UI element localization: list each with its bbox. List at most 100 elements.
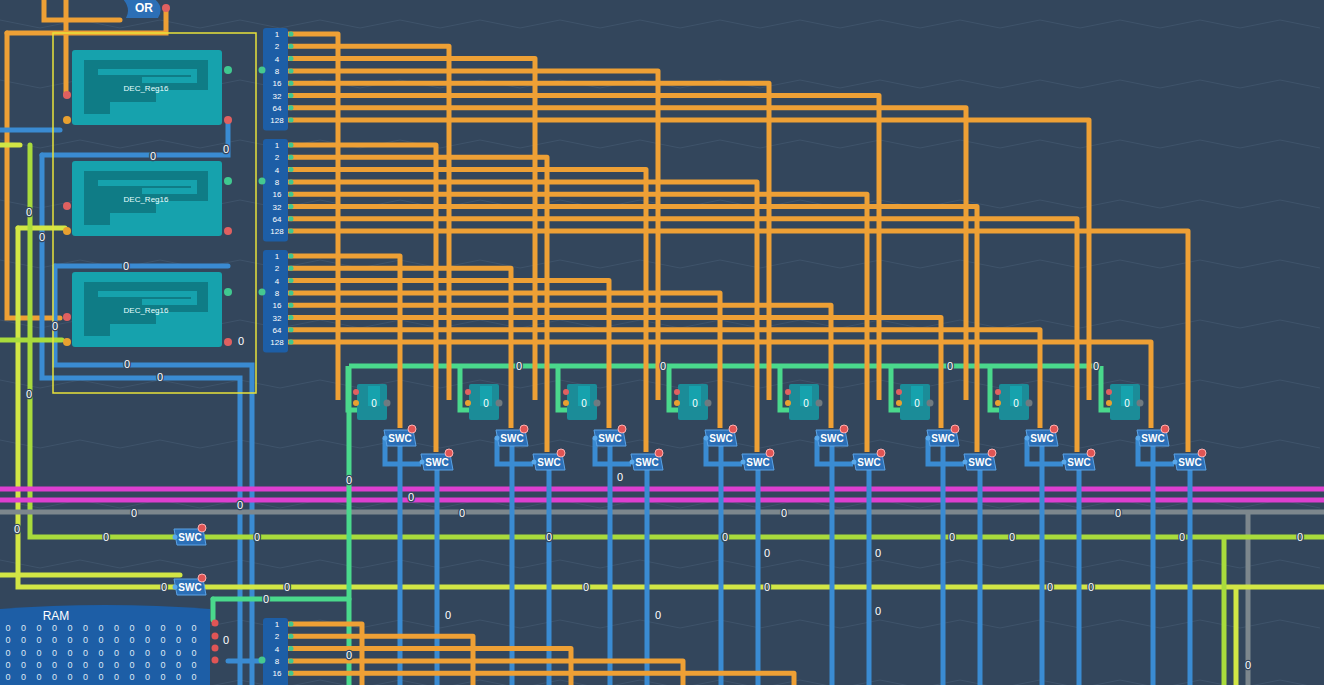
switch-component[interactable]: SWC [593,425,627,446]
or-gate[interactable]: OR [120,0,170,18]
svg-text:0: 0 [157,371,163,383]
counter[interactable]: 0 [353,384,391,420]
svg-text:SWC: SWC [598,433,621,444]
switch-component[interactable]: SWC [741,449,775,470]
svg-text:8: 8 [275,67,280,76]
svg-text:0: 0 [803,398,809,409]
svg-text:0: 0 [1245,659,1251,671]
byte-splitter[interactable]: 124816 [259,618,294,685]
svg-text:1: 1 [275,30,280,39]
switch-component[interactable]: SWC [420,449,454,470]
svg-text:0: 0 [161,581,167,593]
svg-text:0: 0 [98,660,103,670]
svg-text:0: 0 [67,648,72,658]
switch-component[interactable]: SWC [173,524,207,545]
counter[interactable]: 0 [563,384,601,420]
byte-splitter[interactable]: 1248163264128 [259,139,294,241]
ram[interactable]: RAM0000000000000000000000000000000000000… [0,605,219,685]
switch-component[interactable]: SWC [630,449,664,470]
svg-text:0: 0 [5,623,10,633]
svg-text:0: 0 [160,635,165,645]
svg-text:0: 0 [764,581,770,593]
bit-group: 0 SWC SWC [563,384,663,470]
svg-text:0: 0 [223,634,229,646]
svg-text:0: 0 [875,605,881,617]
svg-text:0: 0 [103,531,109,543]
byte-splitter[interactable]: 1248163264128 [259,28,294,130]
svg-text:0: 0 [114,660,119,670]
svg-text:0: 0 [346,649,352,661]
bit-group: 0 SWCSWC [896,384,996,470]
register[interactable]: DEC_Reg16 [63,161,232,236]
circuit-editor: DEC_Reg16DEC_Reg16DEC_Reg161248163264128… [0,0,1324,685]
svg-text:4: 4 [275,55,280,64]
counter[interactable]: 0 [785,384,823,420]
svg-text:0: 0 [21,623,26,633]
bit-group: 0 SWCSWC [465,384,565,470]
svg-text:16: 16 [273,301,282,310]
switch-component[interactable]: SWC [495,425,529,446]
svg-text:0: 0 [36,672,41,682]
svg-text:0: 0 [21,660,26,670]
svg-text:0: 0 [5,672,10,682]
switch-component[interactable]: SWC [383,425,417,446]
svg-text:SWC: SWC [178,532,201,543]
svg-text:0: 0 [947,360,953,372]
svg-text:2: 2 [275,42,280,51]
counter[interactable]: 0 [1106,384,1144,420]
svg-text:DEC_Reg16: DEC_Reg16 [124,306,169,315]
svg-text:128: 128 [270,227,284,236]
counter[interactable]: 0 [465,384,503,420]
svg-text:SWC: SWC [1178,457,1201,468]
svg-text:0: 0 [238,335,244,347]
svg-text:0: 0 [145,623,150,633]
svg-text:0: 0 [655,609,661,621]
switch-component[interactable]: SWC [852,449,886,470]
svg-text:8: 8 [275,289,280,298]
switch-component[interactable]: SWC [1136,425,1170,446]
svg-text:0: 0 [459,507,465,519]
counter[interactable]: 0 [896,384,934,420]
svg-text:0: 0 [145,635,150,645]
switch-component[interactable]: SWC [1025,425,1059,446]
svg-text:0: 0 [145,648,150,658]
circuit-canvas[interactable]: DEC_Reg16DEC_Reg16DEC_Reg161248163264128… [0,0,1324,685]
svg-text:4: 4 [275,645,280,654]
counter[interactable]: 0 [674,384,712,420]
switch-component[interactable]: SWC [815,425,849,446]
register[interactable]: DEC_Reg16 [63,50,232,125]
svg-text:0: 0 [52,648,57,658]
register[interactable]: DEC_Reg16 [63,272,232,347]
svg-text:0: 0 [26,206,32,218]
switch-component[interactable]: SWC [963,449,997,470]
switch-component[interactable]: SWC [173,574,207,595]
svg-text:0: 0 [98,648,103,658]
svg-text:16: 16 [273,79,282,88]
svg-text:32: 32 [273,92,282,101]
svg-text:32: 32 [273,203,282,212]
svg-text:0: 0 [83,623,88,633]
svg-text:0: 0 [263,593,269,605]
bit-wires [288,34,1188,685]
svg-text:0: 0 [114,648,119,658]
svg-text:0: 0 [129,660,134,670]
svg-text:RAM: RAM [43,609,70,623]
svg-text:0: 0 [83,635,88,645]
svg-text:0: 0 [124,358,130,370]
byte-splitter[interactable]: 1248163264128 [259,250,294,352]
svg-text:0: 0 [1088,581,1094,593]
svg-text:0: 0 [98,635,103,645]
svg-text:0: 0 [129,635,134,645]
switch-component[interactable]: SWC [1062,449,1096,470]
counter[interactable]: 0 [995,384,1033,420]
switch-component[interactable]: SWC [926,425,960,446]
svg-text:0: 0 [83,660,88,670]
switch-component[interactable]: SWC [704,425,738,446]
svg-text:64: 64 [273,326,282,335]
switch-component[interactable]: SWC [532,449,566,470]
svg-text:0: 0 [191,635,196,645]
svg-text:0: 0 [1009,531,1015,543]
svg-text:0: 0 [39,231,45,243]
switch-component[interactable]: SWC [1173,449,1207,470]
svg-text:0: 0 [781,507,787,519]
